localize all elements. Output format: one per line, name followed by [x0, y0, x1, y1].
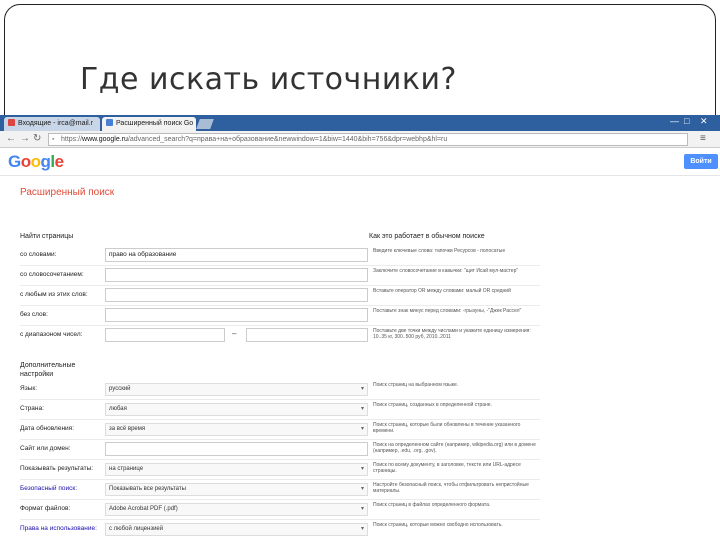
field-hint: Поиск страниц, которые можно свободно ис… [373, 522, 503, 528]
row-last-update: Дата обновления: за всё время ▾ Поиск стр… [0, 420, 720, 438]
field-hint: Введите ключевые слова: тапочки Ресурсов… [373, 248, 506, 254]
page-title: Расширенный поиск [20, 187, 115, 198]
chevron-down-icon: ▾ [360, 426, 364, 432]
selected-value: любая [109, 406, 127, 412]
field-label: со словосочетанием: [20, 271, 84, 278]
all-words-input[interactable]: право на образование [105, 248, 368, 262]
field-hint: Поиск по всему документу, в заголовке, т… [373, 462, 521, 474]
field-label: Показывать результаты: [20, 465, 94, 472]
field-label: Страна: [20, 405, 44, 412]
address-bar: ← → ↻ ▪ https://www.google.ru/advanced_se… [0, 131, 720, 148]
google-header: Google Войти [0, 148, 720, 176]
selected-value: за всё время [109, 426, 146, 432]
site-domain-input[interactable] [105, 442, 368, 456]
field-hint: Поиск страниц, которые были обновлены в … [373, 422, 521, 434]
selected-value: Показывать все результаты [109, 486, 186, 492]
field-hint: Поиск страниц, созданных в определенной … [373, 402, 492, 408]
row-number-range: с диапазоном чисел: – Поставьте две точк… [0, 326, 720, 344]
range-dash: – [232, 329, 237, 338]
chevron-down-icon: ▾ [360, 406, 364, 412]
none-words-input[interactable] [105, 308, 368, 322]
row-file-type: Формат файлов: Adobe Acrobat PDF (.pdf) ▾… [0, 500, 720, 518]
any-words-input[interactable] [105, 288, 368, 302]
browser-menu-icon[interactable]: ≡ [700, 133, 706, 144]
field-hint: Поиск страниц на выбранном языке. [373, 382, 459, 388]
range-from-input[interactable] [105, 328, 225, 342]
language-select[interactable]: русский ▾ [105, 383, 368, 396]
back-icon[interactable]: ← [6, 133, 16, 145]
hint-heading: Как это работает в обычном поиске [369, 233, 485, 240]
mail-favicon-icon [8, 119, 15, 126]
tab-advanced-search[interactable]: Расширенный поиск Go✕ [102, 117, 196, 131]
field-label: со словами: [20, 251, 57, 258]
field-hint: Заключите словосочетание в кавычки: "щит… [373, 268, 519, 274]
field-hint: Настройте безопасный поиск, чтобы отфиль… [373, 482, 529, 494]
chevron-down-icon: ▾ [360, 526, 364, 532]
google-favicon-icon [106, 119, 113, 126]
exact-phrase-input[interactable] [105, 268, 368, 282]
field-label: с любым из этих слов: [20, 291, 88, 298]
field-hint: Поиск на определенном сайте (например, w… [373, 442, 536, 454]
row-language: Язык: русский ▾ Поиск страниц на выбранно… [0, 380, 720, 398]
tab-strip: Входящие - irca@mail.r Расширенный поиск… [0, 115, 720, 131]
slide-title: Где искать источники? [80, 62, 457, 97]
safesearch-link[interactable]: Безопасный поиск: [20, 485, 77, 492]
close-window-icon[interactable]: ✕ [700, 116, 708, 127]
new-tab-button[interactable] [196, 119, 214, 129]
url-host: www.google.ru [82, 136, 128, 143]
maximize-icon[interactable]: □ [684, 116, 689, 126]
row-site-domain: Сайт или домен: Поиск на определенном са… [0, 440, 720, 458]
row-none-words: без слов: Поставьте знак минус перед сло… [0, 306, 720, 324]
usage-rights-select[interactable]: с любой лицензией ▾ [105, 523, 368, 536]
terms-appearing-select[interactable]: на странице ▾ [105, 463, 368, 476]
selected-value: с любой лицензией [109, 526, 164, 532]
browser-screenshot: Входящие - irca@mail.r Расширенный поиск… [0, 115, 720, 540]
field-label: с диапазоном чисел: [20, 331, 83, 338]
row-usage-rights: Права на использование: с любой лицензие… [0, 520, 720, 538]
minimize-icon[interactable]: — [670, 116, 679, 126]
refine-heading-line2: настройки [20, 371, 54, 378]
row-terms-appearing: Показывать результаты: на странице ▾ Поис… [0, 460, 720, 478]
tab-label: Расширенный поиск Go [116, 120, 194, 127]
selected-value: русский [109, 386, 131, 392]
forward-icon[interactable]: → [20, 133, 30, 145]
row-exact-phrase: со словосочетанием: Заключите словосочет… [0, 266, 720, 284]
field-hint: Поставьте знак минус перед словами: -гры… [373, 308, 522, 314]
url-prefix: https:// [61, 136, 83, 143]
selected-value: на странице [109, 466, 144, 472]
field-hint: Поставьте две точки между числами и укаж… [373, 328, 531, 340]
chevron-down-icon: ▾ [360, 386, 364, 392]
file-type-select[interactable]: Adobe Acrobat PDF (.pdf) ▾ [105, 503, 368, 516]
sign-in-button[interactable]: Войти [684, 154, 718, 169]
field-label: Язык: [20, 385, 37, 392]
row-safesearch: Безопасный поиск: Показывать все результ… [0, 480, 720, 498]
safesearch-select[interactable]: Показывать все результаты ▾ [105, 483, 368, 496]
field-label: без слов: [20, 311, 48, 318]
field-label: Формат файлов: [20, 505, 71, 512]
reload-icon[interactable]: ↻ [33, 133, 41, 145]
tab-label: Входящие - irca@mail.r [18, 120, 93, 127]
row-country: Страна: любая ▾ Поиск страниц, созданных … [0, 400, 720, 418]
usage-rights-link[interactable]: Права на использование: [20, 525, 97, 532]
lock-icon: ▪ [52, 136, 55, 143]
field-label: Сайт или домен: [20, 445, 71, 452]
row-all-words: со словами: право на образование Введите… [0, 246, 720, 264]
last-update-select[interactable]: за всё время ▾ [105, 423, 368, 436]
find-pages-heading: Найти страницы [20, 233, 74, 240]
url-field[interactable]: ▪ https://www.google.ru/advanced_search?q… [48, 133, 688, 146]
field-label: Дата обновления: [20, 425, 74, 432]
field-hint: Вставьте оператор OR между словами: малы… [373, 288, 511, 294]
tab-mail[interactable]: Входящие - irca@mail.r [4, 117, 100, 131]
chevron-down-icon: ▾ [360, 506, 364, 512]
chevron-down-icon: ▾ [360, 466, 364, 472]
chevron-down-icon: ▾ [360, 486, 364, 492]
row-any-words: с любым из этих слов: Вставьте оператор … [0, 286, 720, 304]
url-path: /advanced_search?q=права+на+образование&… [127, 136, 448, 143]
field-hint: Поиск страниц в файлах определенного фор… [373, 502, 491, 508]
country-select[interactable]: любая ▾ [105, 403, 368, 416]
range-to-input[interactable] [246, 328, 368, 342]
google-logo[interactable]: Google [8, 152, 64, 172]
refine-heading-line1: Дополнительные [20, 362, 76, 369]
selected-value: Adobe Acrobat PDF (.pdf) [109, 506, 178, 512]
